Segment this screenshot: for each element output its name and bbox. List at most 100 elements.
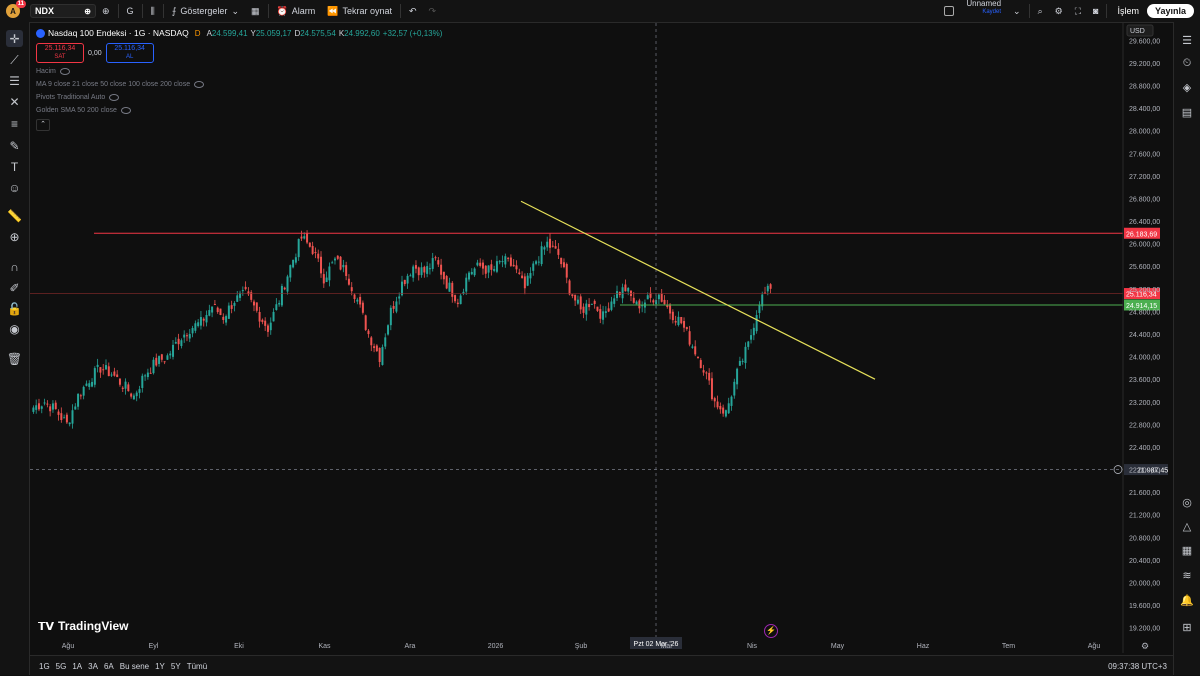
text-tool[interactable]: T xyxy=(6,158,23,175)
snapshot-button[interactable]: ◙ xyxy=(1087,0,1104,22)
y-tick-label: 29.200,00 xyxy=(1129,61,1160,68)
remove-tool[interactable]: 🗑 xyxy=(6,350,23,367)
chart-type-button[interactable]: ⫼ xyxy=(145,0,161,22)
range-button-8[interactable]: Tümü xyxy=(184,662,210,671)
candle-body xyxy=(521,275,524,279)
y-tick-label: 20.800,00 xyxy=(1129,535,1160,542)
range-button-7[interactable]: 5Y xyxy=(168,662,184,671)
eye-icon[interactable] xyxy=(120,107,131,114)
eye-icon[interactable] xyxy=(194,81,205,88)
publish-button[interactable]: Yayınla xyxy=(1146,4,1194,18)
range-button-0[interactable]: 1G xyxy=(36,662,53,671)
add-symbol-button[interactable]: ⊕ xyxy=(96,0,116,22)
calendar-button[interactable]: ▦ xyxy=(1179,542,1195,558)
y-tick-label: 20.400,00 xyxy=(1129,558,1160,565)
candle-body xyxy=(88,383,91,387)
collapse-legend-button[interactable]: ⌃ xyxy=(36,119,50,131)
indicators-button[interactable]: ⨍ Göstergeler ⌄ xyxy=(166,0,245,22)
candle-body xyxy=(191,328,194,334)
range-button-1[interactable]: 5G xyxy=(53,662,70,671)
candle-body xyxy=(451,282,454,297)
candle-body xyxy=(361,302,364,313)
candle-body xyxy=(501,261,504,263)
broadcast-button[interactable]: ≋ xyxy=(1179,567,1195,583)
notes-icon: ▤ xyxy=(1181,106,1193,119)
brush-tool[interactable]: ✎ xyxy=(6,137,23,154)
ideas-button[interactable]: ◎ xyxy=(1179,494,1195,510)
signals-button[interactable]: △ xyxy=(1179,518,1195,534)
icons-tool[interactable]: ☺ xyxy=(6,179,23,196)
watchlist-button[interactable]: ☰ xyxy=(1179,32,1195,48)
candle-body xyxy=(741,360,744,362)
crosshair-tool[interactable]: ✛ xyxy=(6,30,23,47)
clock[interactable]: 09:37:38 UTC+3 xyxy=(1108,662,1167,671)
legend-title[interactable]: Nasdaq 100 Endeksi · 1G · NASDAQ xyxy=(48,28,189,38)
candle-body xyxy=(82,386,85,396)
chevron-up-icon: ⌃ xyxy=(40,121,46,128)
candle-body xyxy=(283,287,286,290)
candle-body xyxy=(236,295,239,302)
user-avatar[interactable]: A 11 xyxy=(6,0,26,18)
buy-button[interactable]: 25.116,34 AL xyxy=(105,43,154,63)
eye-icon[interactable] xyxy=(59,68,70,75)
candle-body xyxy=(607,308,610,312)
range-button-2[interactable]: 1A xyxy=(69,662,85,671)
alerts-panel-button[interactable]: ⏲ xyxy=(1179,55,1195,71)
notifications-button[interactable]: 🔔 xyxy=(1179,592,1195,608)
candle-body xyxy=(766,285,769,292)
hide-tool[interactable]: ◉ xyxy=(6,320,23,337)
fib-tool[interactable]: ≡ xyxy=(6,115,23,132)
indicator-golden-sma[interactable]: Golden SMA 50 200 close xyxy=(36,104,442,117)
lock-tool[interactable]: 🔓 xyxy=(6,300,23,317)
compare-icon[interactable]: ⊕ xyxy=(84,7,91,16)
fullscreen-button[interactable]: ⛶ xyxy=(1069,0,1087,22)
zoom-tool[interactable]: ⊕ xyxy=(6,228,23,245)
symbol-search[interactable]: NDX ⊕ xyxy=(30,4,96,18)
symbol-label: NDX xyxy=(35,6,55,16)
stay-drawing-tool[interactable]: ✐ xyxy=(6,279,23,296)
notes-button[interactable]: ▤ xyxy=(1179,104,1195,120)
bell-icon: 🔔 xyxy=(1180,594,1194,607)
replay-button[interactable]: ⏪ Tekrar oynat xyxy=(321,0,398,22)
axis-settings-icon[interactable]: ⚙ xyxy=(1141,642,1149,652)
quick-search-button[interactable]: ⌕ xyxy=(1032,0,1049,22)
lightning-icon[interactable]: ⚡ xyxy=(764,624,778,638)
range-button-4[interactable]: 6A xyxy=(101,662,117,671)
layers-button[interactable]: ◈ xyxy=(1179,79,1195,95)
layout-menu-button[interactable]: ⌄ xyxy=(1007,0,1027,22)
trade-button[interactable]: İşlem xyxy=(1109,6,1147,16)
redo-button[interactable]: ↷ xyxy=(423,0,443,22)
alert-button[interactable]: ⏰ Alarm xyxy=(271,0,322,22)
candle-body xyxy=(470,271,473,275)
trendline-tool[interactable]: ⟋ xyxy=(6,52,23,69)
settings-button[interactable]: ⚙ xyxy=(1049,0,1069,22)
layout-checkbox[interactable] xyxy=(938,0,960,22)
measure-tool[interactable]: 📏 xyxy=(6,207,23,224)
range-button-5[interactable]: Bu sene xyxy=(117,662,152,671)
indicator-pivots[interactable]: Pivots Traditional Auto xyxy=(36,91,442,104)
templates-button[interactable]: ▦ xyxy=(245,0,266,22)
patterns-tool[interactable]: ✕ xyxy=(6,93,23,110)
magnet-tool[interactable]: ∩ xyxy=(6,258,23,275)
indicator-volume[interactable]: Hacim xyxy=(36,65,442,78)
lines-tool[interactable]: ☰ xyxy=(6,72,23,89)
range-button-3[interactable]: 3A xyxy=(85,662,101,671)
candle-body xyxy=(437,260,440,265)
candle-body xyxy=(560,257,563,265)
candle-body xyxy=(356,299,359,302)
interval-button[interactable]: G xyxy=(121,0,140,22)
candle-body xyxy=(51,403,54,410)
sell-button[interactable]: 25.116,34 SAT xyxy=(36,43,84,63)
candle-body xyxy=(551,245,554,247)
indicator-ma[interactable]: MA 9 close 21 close 50 close 100 close 2… xyxy=(36,78,442,91)
eye-icon[interactable] xyxy=(109,94,120,101)
square-icon xyxy=(944,6,955,16)
candle-body xyxy=(202,318,205,321)
candle-body xyxy=(487,265,490,273)
undo-button[interactable]: ↶ xyxy=(403,0,423,22)
delayed-badge: D xyxy=(194,28,201,38)
layout-name[interactable]: Unnamed Kaydet xyxy=(960,0,1007,22)
y-tick-label: 21.200,00 xyxy=(1129,513,1160,520)
range-button-6[interactable]: 1Y xyxy=(152,662,168,671)
help-button[interactable]: ⊞ xyxy=(1179,619,1195,635)
